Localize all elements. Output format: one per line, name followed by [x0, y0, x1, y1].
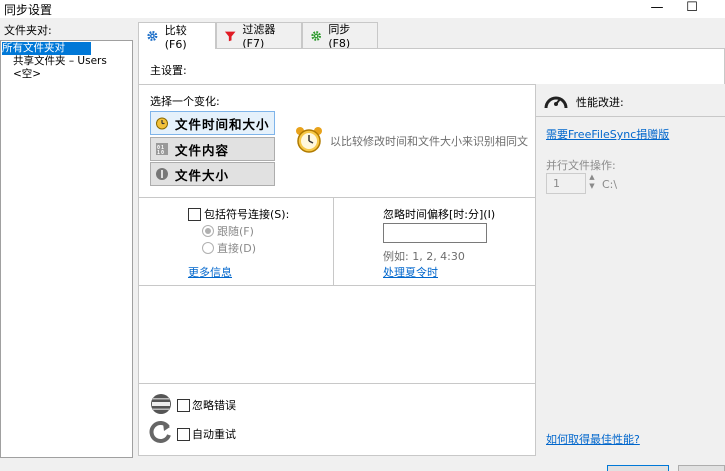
variant-time-size-label: 文件时间和大小 — [175, 116, 270, 132]
title-bar — [0, 0, 725, 18]
ok-button[interactable] — [607, 465, 669, 471]
variant-description: 以比较修改时间和文件大小来识别相同文 — [330, 135, 528, 148]
symlink-follow-option[interactable]: 跟随(F) — [202, 223, 254, 239]
divider — [139, 197, 536, 198]
variant-label: 选择一个变化: — [150, 95, 220, 108]
divider — [333, 197, 334, 285]
performance-title: 性能改进: — [576, 96, 624, 109]
tab-compare[interactable]: 比较 (F6) — [138, 22, 216, 51]
parallel-ops-label: 并行文件操作: — [546, 159, 616, 172]
symlink-direct-option[interactable]: 直接(D) — [202, 240, 256, 256]
ignore-errors-checkbox[interactable] — [177, 398, 190, 412]
symlink-option[interactable]: 包括符号连接(S): — [188, 206, 289, 222]
variant-size-button[interactable]: 文件大小 — [150, 162, 275, 186]
symlink-follow-label: 跟随(F) — [217, 225, 254, 238]
divider — [139, 285, 536, 286]
ignore-errors-icon — [151, 394, 171, 414]
time-shift-input[interactable] — [383, 223, 487, 243]
symlink-direct-radio[interactable] — [202, 242, 214, 254]
folder-pair-tree[interactable]: 所有文件夹对 共享文件夹 – Users <空> — [0, 40, 133, 458]
symlink-direct-label: 直接(D) — [217, 242, 257, 255]
folder-pairs-label: 文件夹对: — [4, 24, 52, 37]
tree-item-shared-users[interactable]: 共享文件夹 – Users — [13, 55, 107, 68]
best-performance-link[interactable]: 如何取得最佳性能? — [546, 431, 640, 447]
variant-time-size-button[interactable]: 文件时间和大小 — [150, 111, 275, 135]
binary-content-icon: 01 10 — [156, 143, 168, 156]
gear-icon — [147, 30, 158, 42]
tab-compare-label: 比较 (F6) — [164, 23, 187, 51]
variant-size-label: 文件大小 — [175, 167, 230, 183]
drive-label: C:\ — [602, 178, 618, 191]
auto-retry-checkbox[interactable] — [177, 427, 190, 441]
variant-content-label: 文件内容 — [175, 142, 230, 158]
symlink-follow-radio[interactable] — [202, 225, 214, 237]
tree-item-empty[interactable]: <空> — [13, 68, 41, 81]
variant-content-button[interactable]: 01 10 文件内容 — [150, 137, 275, 161]
ignore-errors-label: 忽略错误 — [192, 399, 236, 412]
svg-text:10: 10 — [157, 150, 165, 156]
auto-retry-option[interactable]: 自动重试 — [177, 426, 236, 442]
main-settings-label: 主设置: — [150, 64, 187, 77]
tab-filter[interactable]: 过滤器 (F7) — [216, 22, 302, 50]
tab-filter-label: 过滤器 (F7) — [242, 23, 276, 50]
speedometer-icon — [544, 96, 568, 109]
parallel-ops-stepper[interactable]: ▲ ▼ — [587, 173, 597, 194]
filter-icon — [224, 31, 236, 41]
divider — [139, 84, 536, 85]
retry-icon — [149, 421, 171, 443]
symlink-checkbox[interactable] — [188, 207, 201, 221]
cancel-button[interactable] — [678, 465, 725, 471]
time-shift-example: 例如: 1, 2, 4:30 — [383, 250, 465, 263]
window-title: 同步设置 — [4, 3, 53, 17]
minimize-button[interactable]: — — [643, 0, 671, 18]
divider — [536, 116, 725, 117]
daylight-saving-link[interactable]: 处理夏令时 — [383, 264, 438, 280]
tab-sync[interactable]: 同步 (F8) — [302, 22, 378, 50]
parallel-ops-input[interactable]: 1 — [546, 173, 586, 194]
maximize-button[interactable]: ☐ — [678, 0, 706, 18]
tree-item-all-pairs[interactable]: 所有文件夹对 — [2, 42, 91, 55]
symlink-label: 包括符号连接(S): — [204, 208, 290, 221]
donation-edition-link[interactable]: 需要FreeFileSync捐赠版 — [546, 126, 669, 142]
divider — [139, 383, 536, 384]
file-size-icon — [156, 168, 168, 180]
sync-icon — [311, 30, 321, 41]
alarm-clock-icon — [296, 127, 322, 153]
clock-icon — [156, 117, 168, 130]
more-info-link[interactable]: 更多信息 — [188, 264, 232, 280]
auto-retry-label: 自动重试 — [192, 428, 236, 441]
time-shift-label: 忽略时间偏移[时:分](I) — [383, 208, 496, 221]
ignore-errors-option[interactable]: 忽略错误 — [177, 397, 236, 413]
tab-sync-label: 同步 (F8) — [328, 23, 351, 50]
